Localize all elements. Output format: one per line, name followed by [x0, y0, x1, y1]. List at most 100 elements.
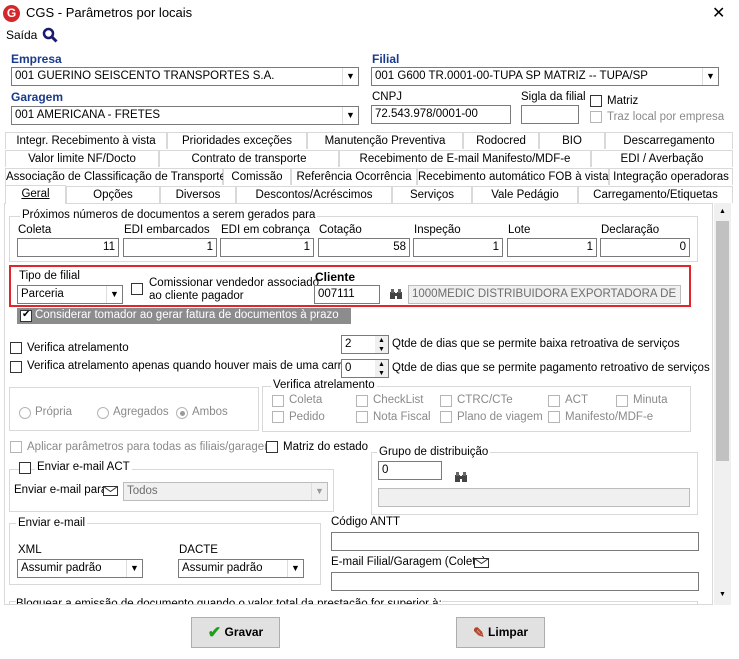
considerar-checkbox[interactable] [20, 309, 32, 322]
radio-propria[interactable] [19, 407, 31, 419]
tab-integracao[interactable]: Integração operadoras [609, 168, 733, 185]
verif-act-checkbox[interactable] [548, 395, 560, 407]
email-filial-input[interactable] [331, 572, 699, 591]
tipo-filial-select[interactable]: Parceria ▼ [17, 285, 123, 304]
chevron-down-icon: ▼ [106, 286, 122, 303]
tab-contrato[interactable]: Contrato de transporte [159, 150, 339, 167]
tab-manutencao[interactable]: Manutenção Preventiva [307, 132, 463, 149]
verif-ctrc-checkbox[interactable] [440, 395, 452, 407]
tab-descontos[interactable]: Descontos/Acréscimos [236, 186, 392, 203]
tab-valor-limite[interactable]: Valor limite NF/Docto [5, 150, 159, 167]
cotacao-input[interactable]: 58 [318, 238, 410, 257]
tab-diversos[interactable]: Diversos [160, 186, 236, 203]
save-button-label: Gravar [224, 625, 264, 639]
considerar-label: Considerar tomador ao gerar fatura de do… [35, 309, 339, 321]
comissionar-checkbox[interactable] [131, 283, 143, 295]
xml-select[interactable]: Assumir padrão ▼ [17, 559, 143, 578]
verifica-carreta-checkbox[interactable] [10, 361, 22, 373]
tab-recebimento-fob[interactable]: Recebimento automático FOB à vista [417, 168, 609, 185]
cnpj-input[interactable]: 72.543.978/0001-00 [371, 105, 511, 124]
save-button[interactable]: ✔ Gravar [191, 617, 280, 648]
sigla-input[interactable] [521, 105, 579, 124]
traz-local-checkbox[interactable] [590, 111, 602, 123]
clear-button[interactable]: ✎ Limpar [456, 617, 545, 648]
email-act-para-label: Enviar e-mail para [14, 484, 108, 496]
filial-select[interactable]: 001 G600 TR.0001-00-TUPA SP MATRIZ -- TU… [371, 67, 719, 86]
xml-value: Assumir padrão [21, 562, 102, 574]
sigla-label: Sigla da filial [521, 91, 586, 103]
dias-baixa-input[interactable]: 2 [341, 335, 376, 354]
comissionar-label-1: Comissionar vendedor associado [149, 277, 320, 289]
chevron-down-icon: ▼ [342, 107, 358, 124]
tab-recebimento-email[interactable]: Recebimento de E-mail Manifesto/MDF-e [339, 150, 591, 167]
vertical-scrollbar[interactable]: ▲ ▼ [714, 203, 731, 605]
verif-plano-checkbox[interactable] [440, 411, 452, 423]
binoculars-icon[interactable] [455, 472, 467, 483]
matriz-checkbox[interactable] [590, 95, 602, 107]
dias-pagamento-spinner[interactable]: ▲ ▼ [375, 359, 389, 378]
binoculars-icon[interactable] [390, 289, 402, 300]
chevron-down-icon: ▼ [342, 68, 358, 85]
garagem-select[interactable]: 001 AMERICANA - FRETES ▼ [11, 106, 359, 125]
verif-minuta-checkbox[interactable] [616, 395, 628, 407]
verif-group [262, 386, 691, 432]
bloquear-title: Bloquear a emissão de documento quando o… [16, 597, 442, 604]
tab-comissao[interactable]: Comissão [223, 168, 291, 185]
cliente-code-input[interactable]: 007111 [314, 285, 380, 304]
email-act-para-select[interactable]: Todos ▼ [123, 482, 328, 501]
verifica-atrelamento-checkbox[interactable] [10, 342, 22, 354]
verif-coleta-checkbox[interactable] [272, 395, 284, 407]
grupo-dist-code-input[interactable]: 0 [378, 461, 442, 480]
verif-coleta-label: Coleta [289, 394, 323, 406]
verif-manifesto-checkbox[interactable] [548, 411, 560, 423]
empresa-select[interactable]: 001 GUERINO SEISCENTO TRANSPORTES S.A. ▼ [11, 67, 359, 86]
edi-cobranca-input[interactable]: 1 [220, 238, 314, 257]
aplicar-checkbox[interactable] [10, 441, 22, 453]
coleta-input[interactable]: 11 [17, 238, 119, 257]
grupo-dist-title: Grupo de distribuição [377, 446, 491, 458]
verif-nota-fiscal-checkbox[interactable] [356, 411, 368, 423]
scroll-thumb[interactable] [716, 221, 729, 461]
cnpj-label: CNPJ [372, 91, 403, 103]
tab-servicos[interactable]: Serviços [392, 186, 472, 203]
lote-input[interactable]: 1 [507, 238, 597, 257]
inspecao-input[interactable]: 1 [413, 238, 503, 257]
email-act-title: Enviar e-mail ACT [35, 461, 132, 473]
antt-input[interactable] [331, 532, 699, 551]
tab-prioridades[interactable]: Prioridades exceções [167, 132, 307, 149]
close-icon[interactable]: ✕ [712, 3, 725, 23]
dias-pagamento-input[interactable]: 0 [341, 359, 376, 378]
tab-referencia[interactable]: Referência Ocorrência [291, 168, 417, 185]
filial-label: Filial [372, 52, 400, 66]
declaracao-input[interactable]: 0 [600, 238, 690, 257]
radio-agregados[interactable] [97, 407, 109, 419]
scroll-down-icon[interactable]: ▼ [719, 591, 726, 598]
verif-plano-label: Plano de viagem [457, 411, 543, 423]
verif-manifesto-label: Manifesto/MDF-e [565, 411, 654, 423]
tab-geral[interactable]: Geral [5, 185, 66, 204]
tab-vale-pedagio[interactable]: Vale Pedágio [472, 186, 578, 203]
scroll-up-icon[interactable]: ▲ [719, 208, 726, 215]
verif-group-title: Verifica atrelamento [271, 379, 377, 391]
tab-associacao[interactable]: Associação de Classificação de Transport… [5, 168, 226, 185]
menu-exit[interactable]: Saída [6, 28, 37, 42]
email-act-checkbox[interactable] [19, 462, 31, 474]
tab-edi-averbacao[interactable]: EDI / Averbação [591, 150, 733, 167]
edi-embarcados-input[interactable]: 1 [123, 238, 217, 257]
dias-baixa-spinner[interactable]: ▲ ▼ [375, 335, 389, 354]
dacte-select[interactable]: Assumir padrão ▼ [178, 559, 304, 578]
search-icon[interactable] [42, 27, 58, 43]
verif-pedido-checkbox[interactable] [272, 411, 284, 423]
declaracao-label: Declaração [601, 224, 660, 236]
tab-carregamento[interactable]: Carregamento/Etiquetas [578, 186, 733, 203]
proximos-title: Próximos números de documentos a serem g… [20, 209, 318, 221]
tab-rodocred[interactable]: Rodocred [463, 132, 539, 149]
tab-descarregamento[interactable]: Descarregamento [605, 132, 733, 149]
tab-opcoes[interactable]: Opções [66, 186, 160, 203]
matriz-label: Matriz [607, 95, 639, 107]
radio-ambos[interactable] [176, 407, 188, 419]
tab-bio[interactable]: BIO [539, 132, 605, 149]
matriz-estado-checkbox[interactable] [266, 441, 278, 453]
tab-integr-recebimento[interactable]: Integr. Recebimento à vista [5, 132, 167, 149]
verif-checklist-checkbox[interactable] [356, 395, 368, 407]
